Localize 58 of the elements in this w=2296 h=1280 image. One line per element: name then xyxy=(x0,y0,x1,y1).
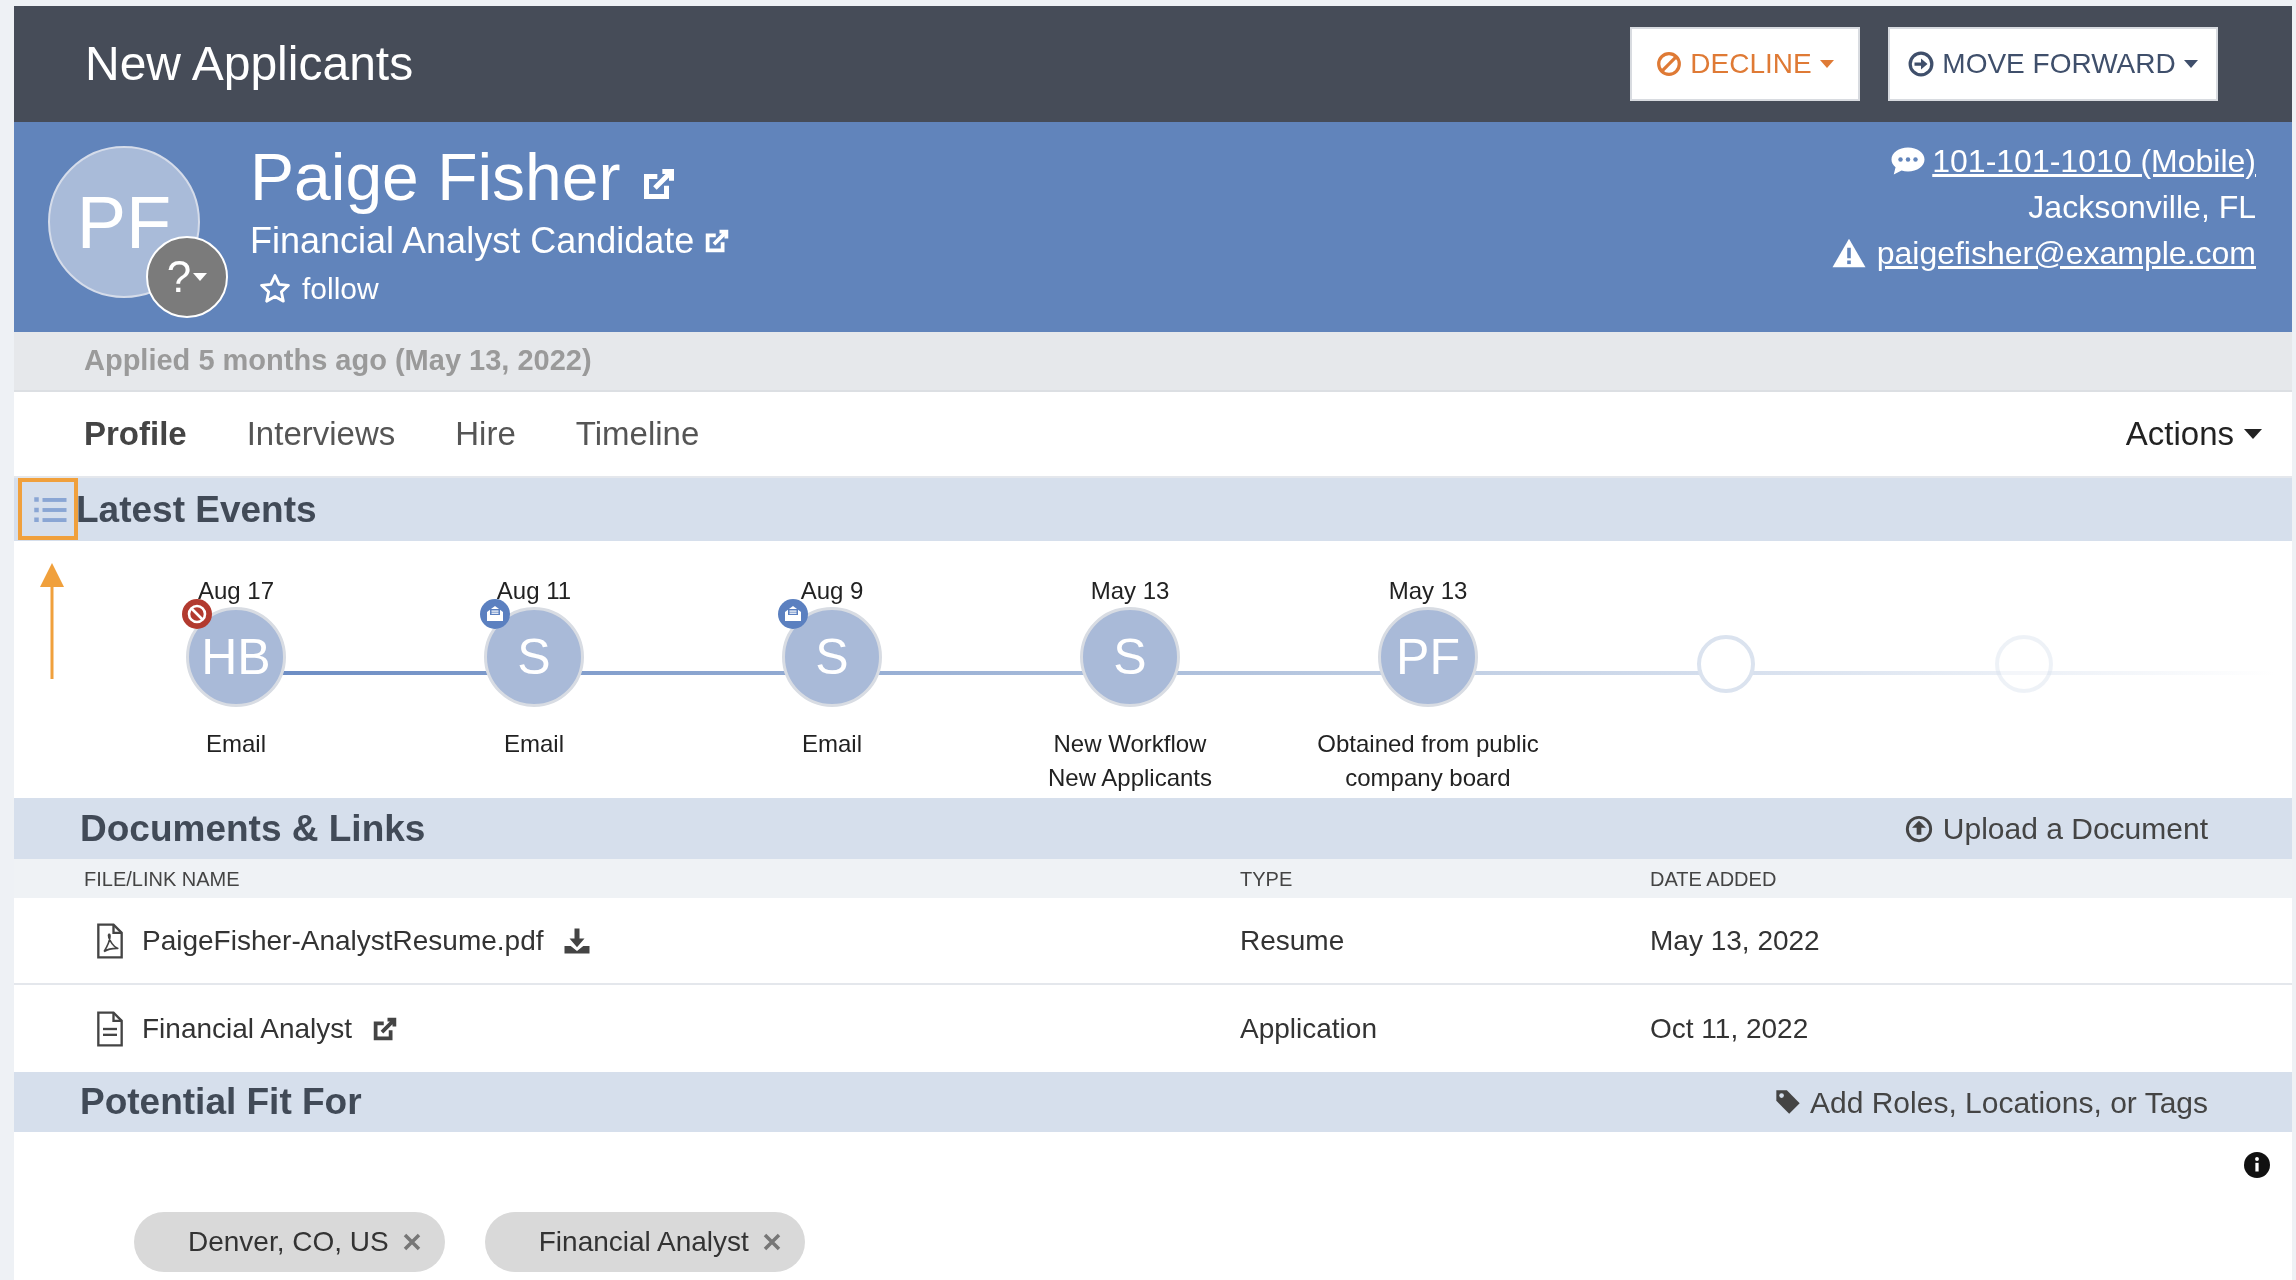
remove-icon[interactable] xyxy=(402,1233,421,1251)
pdf-file-icon xyxy=(96,922,124,959)
actions-menu[interactable]: Actions xyxy=(2125,409,2262,459)
upload-button[interactable]: Upload a Document xyxy=(1904,806,2208,851)
status-button[interactable]: ? xyxy=(146,236,228,318)
arrow-circle-icon xyxy=(1908,51,1935,77)
event-label: Email xyxy=(206,729,266,759)
event-label: Email xyxy=(504,729,564,759)
document-icon xyxy=(96,1010,124,1047)
tab[interactable]: Timeline xyxy=(575,409,700,459)
remove-icon[interactable] xyxy=(762,1233,781,1251)
table-cell-text: Application xyxy=(1240,1011,1378,1046)
table-cell-text: May 13, 2022 xyxy=(1650,923,1820,958)
tag-chip: Denver, CO, US xyxy=(134,1212,445,1272)
event-label: New Workflow New Applicants xyxy=(1047,729,1213,793)
event-date: May 13 xyxy=(1090,576,1170,606)
tab[interactable]: Interviews xyxy=(246,409,396,459)
caret-icon xyxy=(1819,60,1834,68)
star-icon xyxy=(258,271,292,306)
location-text: Jacksonville, FL xyxy=(2028,188,2256,227)
page-title: New Applicants xyxy=(85,36,415,92)
chat-icon xyxy=(1890,145,1927,177)
follow-button[interactable]: follow xyxy=(258,266,733,311)
candidate-name: Paige Fisher xyxy=(250,139,621,216)
table-cell-text: Resume xyxy=(1240,923,1346,958)
section-title: Documents & Links xyxy=(80,806,427,851)
info-icon[interactable] xyxy=(2244,1152,2270,1178)
caret-icon xyxy=(193,273,208,281)
section-title: Latest Events xyxy=(76,487,317,532)
file-name[interactable]: PaigeFisher-AnalystResume.pdf xyxy=(142,919,544,962)
caret-icon xyxy=(2244,429,2262,439)
warning-icon xyxy=(1830,237,1867,269)
move-forward-button[interactable]: MOVE FORWARD xyxy=(1888,27,2218,101)
event-date: May 13 xyxy=(1388,576,1468,606)
column-header: FILE/LINK NAME xyxy=(83,866,241,892)
section-title: Potential Fit For xyxy=(80,1080,363,1125)
ban-icon xyxy=(1656,51,1683,77)
column-header: TYPE xyxy=(1240,866,1294,892)
candidate-headline: Financial Analyst Candidate xyxy=(250,219,695,263)
caret-icon xyxy=(2183,60,2198,68)
tab[interactable]: Hire xyxy=(455,409,516,459)
upload-icon xyxy=(1904,814,1933,843)
table-cell-text: Oct 11, 2022 xyxy=(1650,1011,1809,1046)
event-label: Obtained from public company board xyxy=(1317,729,1539,793)
event-date: Aug 11 xyxy=(496,576,572,606)
phone-link[interactable]: 101-101-1010 (Mobile) xyxy=(1932,138,2256,184)
link-name[interactable]: Financial Analyst xyxy=(142,1007,353,1050)
applied-date-text: Applied 5 months ago (May 13, 2022) xyxy=(84,343,592,379)
column-header: DATE ADDED xyxy=(1650,866,1778,892)
highlight-frame xyxy=(18,478,78,540)
email-link[interactable]: paigefisher@example.com xyxy=(1876,230,2256,276)
tab[interactable]: Profile xyxy=(84,409,187,459)
tag-icon xyxy=(1774,1088,1802,1116)
tag-chip: Financial Analyst xyxy=(484,1212,805,1272)
event-label: Email xyxy=(802,729,862,759)
add-tags-button[interactable]: Add Roles, Locations, or Tags xyxy=(1774,1079,2208,1125)
event-date: Aug 9 xyxy=(800,576,864,606)
event-date: Aug 17 xyxy=(197,576,275,606)
